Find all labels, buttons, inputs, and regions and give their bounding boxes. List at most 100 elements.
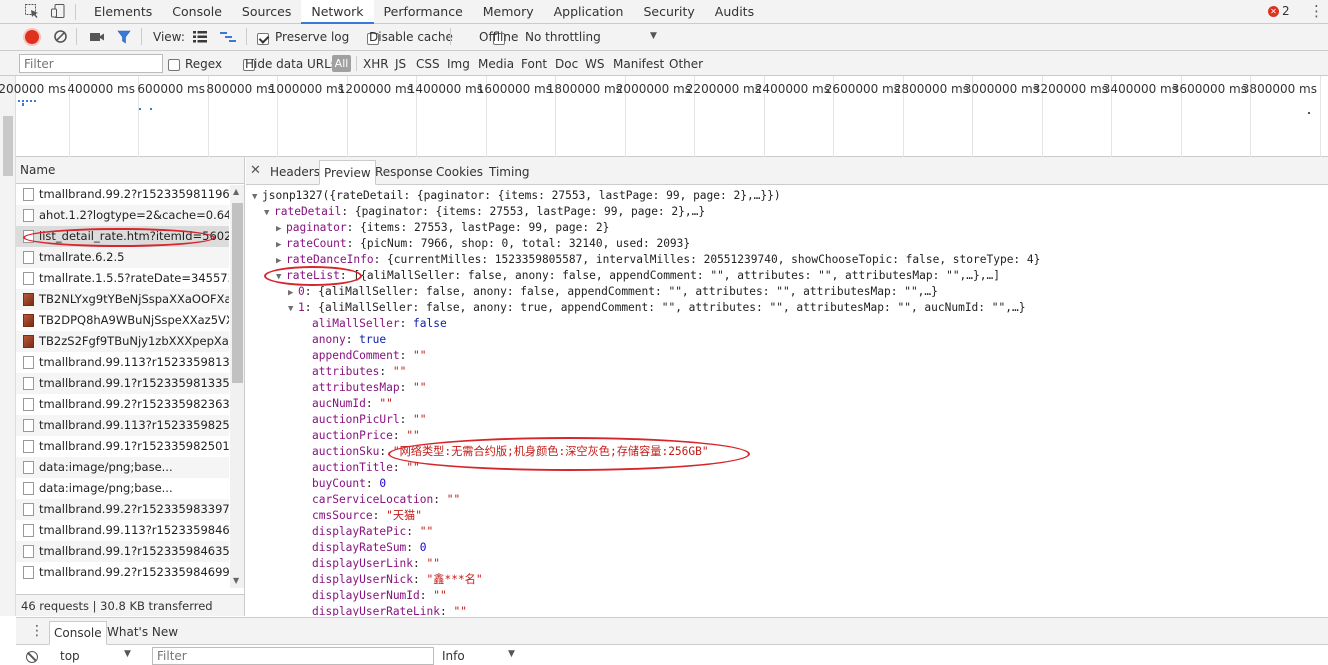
name-column-header[interactable]: Name xyxy=(16,157,244,184)
tab-application[interactable]: Application xyxy=(544,0,634,24)
request-row[interactable]: TB2DPQ8hA9WBuNjSspeXXaz5VXa_ xyxy=(16,310,229,331)
overview-waterfall-icon[interactable] xyxy=(219,30,237,47)
json-field[interactable]: anony: true xyxy=(312,332,386,348)
expand-arrow-icon[interactable]: ▶ xyxy=(276,253,286,269)
request-row[interactable]: tmallrate.6.2.5 xyxy=(16,247,229,268)
json-field[interactable]: carServiceLocation: "" xyxy=(312,492,460,508)
tab-console[interactable]: Console xyxy=(162,0,232,24)
json-field[interactable]: displayRatePic: "" xyxy=(312,524,433,540)
capture-screenshots-icon[interactable] xyxy=(89,30,105,47)
throttling-select[interactable]: No throttling xyxy=(525,30,601,44)
request-row[interactable]: tmallbrand.99.2?r1523359823633=1 xyxy=(16,394,229,415)
request-row[interactable]: tmallbrand.99.1?r1523359846354=1 xyxy=(16,541,229,562)
tab-timing[interactable]: Timing xyxy=(485,160,534,185)
request-row[interactable]: ahot.1.2?logtype=2&cache=0.64291 xyxy=(16,205,229,226)
gutter-thumb[interactable] xyxy=(3,116,13,176)
json-field[interactable]: attributesMap: "" xyxy=(312,380,427,396)
request-row[interactable]: tmallbrand.99.1?r1523359813352=1 xyxy=(16,373,229,394)
tab-console[interactable]: Console xyxy=(49,621,107,645)
scroll-down-icon[interactable]: ▼ xyxy=(233,576,239,585)
request-row[interactable]: tmallbrand.99.2?r1523359833972=1 xyxy=(16,499,229,520)
tab-sources[interactable]: Sources xyxy=(232,0,301,24)
request-row[interactable]: tmallbrand.99.2?r1523359811963=1 xyxy=(16,184,229,205)
error-counter[interactable]: ✕ 2 xyxy=(1268,4,1290,18)
tab-elements[interactable]: Elements xyxy=(84,0,162,24)
json-field[interactable]: aliMallSeller: false xyxy=(312,316,447,332)
filter-input[interactable] xyxy=(19,54,163,73)
request-row[interactable]: tmallbrand.99.2?r1523359846994=1 xyxy=(16,562,229,583)
scrollbar-thumb[interactable] xyxy=(232,203,243,383)
close-icon[interactable]: ✕ xyxy=(250,163,261,178)
filter-type-js[interactable]: JS xyxy=(395,57,406,71)
json-field[interactable]: auctionPicUrl: "" xyxy=(312,412,427,428)
json-field[interactable]: auctionTitle: "" xyxy=(312,460,420,476)
json-field[interactable]: aucNumId: "" xyxy=(312,396,393,412)
filter-type-xhr[interactable]: XHR xyxy=(363,57,389,71)
request-row[interactable]: tmallbrand.99.113?r152335984635 xyxy=(16,520,229,541)
filter-type-doc[interactable]: Doc xyxy=(555,57,578,71)
tree-line[interactable]: ▼ rateList: [{aliMallSeller: false, anony… xyxy=(276,268,1000,284)
clear-console-icon[interactable] xyxy=(26,651,38,663)
request-row[interactable]: data:image/png;base... xyxy=(16,457,229,478)
timeline-overview[interactable]: 200000 ms 400000 ms 600000 ms 800000 ms 1000… xyxy=(0,76,1328,157)
tree-line[interactable]: ▼ rateDetail: {paginator: {items: 27553, … xyxy=(264,204,705,220)
filter-type-all[interactable]: All xyxy=(332,55,351,72)
tree-line[interactable]: ▶ 0: {aliMallSeller: false, anony: false,… xyxy=(288,284,938,300)
request-row[interactable]: TB2zS2Fgf9TBuNjy1zbXXXpepXa_!!0 xyxy=(16,331,229,352)
collapse-arrow-icon[interactable]: ▼ xyxy=(252,189,262,205)
filter-type-other[interactable]: Other xyxy=(669,57,703,71)
tab-performance[interactable]: Performance xyxy=(374,0,473,24)
record-button[interactable] xyxy=(25,30,39,44)
json-field[interactable]: displayUserLink: "" xyxy=(312,556,440,572)
filter-type-manifest[interactable]: Manifest xyxy=(613,57,664,71)
regex-checkbox[interactable] xyxy=(168,58,180,71)
tree-line[interactable]: ▶ paginator: {items: 27553, lastPage: 99,… xyxy=(276,220,609,236)
tab-network[interactable]: Network xyxy=(301,0,374,24)
drawer-menu-icon[interactable]: ⋮ xyxy=(30,623,44,639)
json-field[interactable]: displayUserNumId: "" xyxy=(312,588,447,604)
filter-type-media[interactable]: Media xyxy=(478,57,514,71)
expand-arrow-icon[interactable]: ▶ xyxy=(276,237,286,253)
tab-cookies[interactable]: Cookies xyxy=(432,160,487,185)
filter-type-font[interactable]: Font xyxy=(521,57,547,71)
tab-headers[interactable]: Headers xyxy=(266,160,324,185)
tab-security[interactable]: Security xyxy=(633,0,704,24)
device-toolbar-icon[interactable] xyxy=(50,3,68,20)
tree-line[interactable]: ▶ rateDanceInfo: {currentMilles: 15233598… xyxy=(276,252,1040,268)
json-field[interactable]: displayUserNick: "鑫***名" xyxy=(312,572,483,588)
collapse-arrow-icon[interactable]: ▼ xyxy=(264,205,274,221)
tree-line[interactable]: ▶ rateCount: {picNum: 7966, shop: 0, tota… xyxy=(276,236,690,252)
tab-preview[interactable]: Preview xyxy=(319,160,376,185)
chevron-down-icon[interactable]: ▼ xyxy=(124,649,131,659)
request-row[interactable]: TB2NLYxg9tYBeNjSspaXXaOOFXa_!! xyxy=(16,289,229,310)
json-field[interactable]: displayUserRateLink: "" xyxy=(312,604,467,616)
scroll-up-icon[interactable]: ▲ xyxy=(233,187,239,196)
tree-line[interactable]: ▼ 1: {aliMallSeller: false, anony: true, … xyxy=(288,300,1025,316)
console-filter-input[interactable] xyxy=(152,647,434,665)
expand-arrow-icon[interactable]: ▶ xyxy=(288,285,298,301)
preserve-log-checkbox[interactable] xyxy=(257,32,269,45)
json-field[interactable]: attributes: "" xyxy=(312,364,406,380)
filter-type-css[interactable]: CSS xyxy=(416,57,440,71)
tab-memory[interactable]: Memory xyxy=(473,0,544,24)
request-row[interactable]: tmallbrand.99.113?r152335981335 xyxy=(16,352,229,373)
request-row[interactable]: tmallbrand.99.1?r1523359825016=1 xyxy=(16,436,229,457)
request-row[interactable]: data:image/png;base... xyxy=(16,478,229,499)
filter-type-ws[interactable]: WS xyxy=(585,57,604,71)
json-field[interactable]: displayRateSum: 0 xyxy=(312,540,427,556)
inspect-element-icon[interactable] xyxy=(24,3,42,20)
tab-whats-new[interactable]: What's New xyxy=(103,621,182,645)
chevron-down-icon[interactable]: ▼ xyxy=(650,31,657,41)
request-list-scrollbar[interactable]: ▲ ▼ xyxy=(230,185,244,588)
json-field[interactable]: appendComment: "" xyxy=(312,348,427,364)
json-field[interactable]: buyCount: 0 xyxy=(312,476,386,492)
json-field[interactable]: cmsSource: "天猫" xyxy=(312,508,422,524)
chevron-down-icon[interactable]: ▼ xyxy=(508,649,515,659)
context-select[interactable]: top xyxy=(60,649,80,663)
tab-audits[interactable]: Audits xyxy=(705,0,764,24)
clear-icon[interactable] xyxy=(53,29,68,47)
filter-icon[interactable] xyxy=(116,29,132,48)
collapse-arrow-icon[interactable]: ▼ xyxy=(288,301,298,317)
more-options-icon[interactable]: ⋮ xyxy=(1309,3,1324,21)
request-row[interactable]: tmallbrand.99.113?r152335982501 xyxy=(16,415,229,436)
